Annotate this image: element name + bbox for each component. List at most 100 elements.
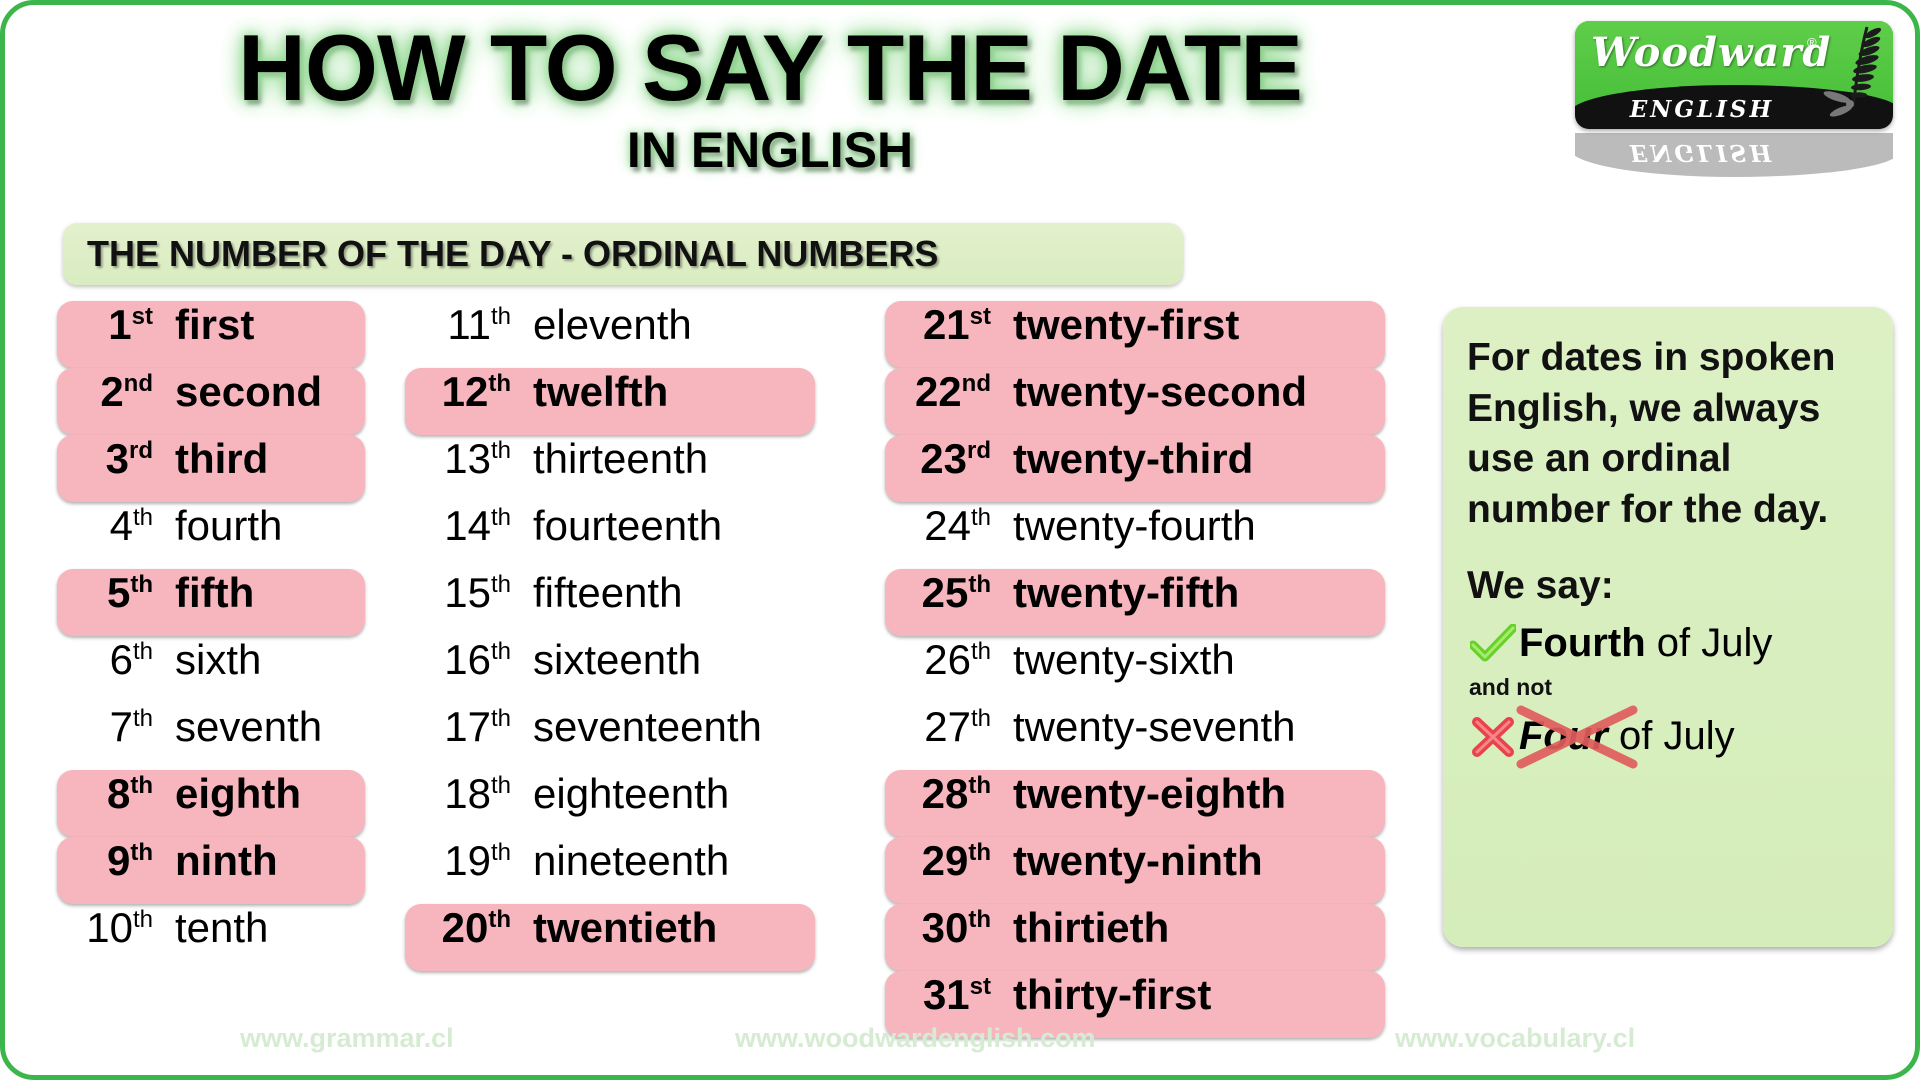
- incorrect-example-line: Four of July: [1467, 705, 1871, 769]
- ordinal-word: twelfth: [533, 368, 669, 415]
- ordinal-suffix: th: [130, 571, 153, 598]
- ordinal-suffix: nd: [123, 370, 153, 397]
- ordinal-word: thirty-first: [1013, 971, 1212, 1018]
- ordinal-suffix: th: [130, 839, 153, 866]
- ordinal-suffix: th: [130, 772, 153, 799]
- ordinal-number: 5th: [106, 569, 153, 616]
- ordinal-row: 17th seventeenth: [405, 703, 815, 770]
- ordinal-row: 15th fifteenth: [405, 569, 815, 636]
- ordinal-number-columns: 1st first 2nd second 3rd third 4th fourth 5th fif…: [5, 301, 1445, 1038]
- ordinal-row: 19th nineteenth: [405, 837, 815, 904]
- ordinal-number: 6th: [109, 636, 153, 683]
- poster-header: HOW TO SAY THE DATE IN ENGLISH Woodward …: [5, 5, 1915, 205]
- ordinal-suffix: th: [968, 571, 991, 598]
- correct-example-bold: Fourth: [1519, 621, 1646, 666]
- ordinal-word: tenth: [175, 904, 269, 951]
- note-paragraph: For dates in spoken English, we always u…: [1467, 336, 1836, 532]
- ordinal-suffix: th: [488, 370, 511, 397]
- footer-url-woodwardenglish[interactable]: www.woodwardenglish.com: [735, 1023, 1096, 1054]
- ordinal-word: fifteenth: [533, 569, 683, 616]
- ordinal-number: 31st: [922, 971, 991, 1018]
- incorrect-example-rest: of July: [1607, 714, 1735, 759]
- ordinal-row: 13th thirteenth: [405, 435, 815, 502]
- ordinal-number: 21st: [922, 301, 991, 348]
- ordinal-suffix: th: [488, 906, 511, 933]
- ordinal-suffix: th: [490, 504, 511, 531]
- ordinal-row: 23rd twenty-third: [885, 435, 1385, 502]
- ordinal-word: twenty-fourth: [1013, 502, 1256, 549]
- logo-sub-text: ENGLISH: [1629, 96, 1775, 123]
- registered-trademark-icon: ®: [1807, 35, 1817, 50]
- ordinal-word: second: [175, 368, 323, 415]
- ordinal-row: 4th fourth: [57, 502, 365, 569]
- footer-url-grammar[interactable]: www.grammar.cl: [240, 1023, 454, 1054]
- ordinal-word: sixth: [175, 636, 262, 683]
- ordinal-row: 7th seventh: [57, 703, 365, 770]
- ordinal-row: 22nd twenty-second: [885, 368, 1385, 435]
- ordinal-number: 24th: [924, 502, 991, 549]
- ordinal-suffix: th: [132, 638, 153, 665]
- correct-example-line: Fourth of July: [1467, 616, 1871, 672]
- ordinal-number: 29th: [921, 837, 991, 884]
- ordinal-suffix: th: [970, 705, 991, 732]
- ordinal-word: fourth: [175, 502, 283, 549]
- ordinal-number: 4th: [109, 502, 153, 549]
- ordinal-suffix: th: [970, 504, 991, 531]
- ordinal-suffix: th: [490, 772, 511, 799]
- ordinal-suffix: th: [968, 906, 991, 933]
- ordinal-suffix: rd: [967, 437, 991, 464]
- and-not-label: and not: [1469, 673, 1553, 700]
- correct-example-rest: of July: [1645, 621, 1773, 666]
- ordinal-row: 16th sixteenth: [405, 636, 815, 703]
- section-banner: THE NUMBER OF THE DAY - ORDINAL NUMBERS: [63, 223, 1183, 285]
- footer-url-vocabulary[interactable]: www.vocabulary.cl: [1395, 1023, 1635, 1054]
- ordinal-suffix: th: [968, 839, 991, 866]
- ordinal-number: 23rd: [920, 435, 991, 482]
- ordinal-number: 15th: [444, 569, 511, 616]
- ordinal-suffix: th: [490, 705, 511, 732]
- ordinal-row: 20th twentieth: [405, 904, 815, 971]
- incorrect-example-text: Four of July: [1516, 705, 1735, 769]
- ordinal-word: twenty-seventh: [1013, 703, 1296, 750]
- ordinal-column-3: 21st twenty-first 22nd twenty-second 23rd twe…: [885, 301, 1385, 1038]
- ordinal-row: 27th twenty-seventh: [885, 703, 1385, 770]
- ordinal-word: seventeenth: [533, 703, 762, 750]
- ordinal-word: sixteenth: [533, 636, 702, 683]
- ordinal-row: 24th twenty-fourth: [885, 502, 1385, 569]
- ordinal-column-1: 1st first 2nd second 3rd third 4th fourth 5th fif…: [57, 301, 365, 971]
- ordinal-row: 14th fourteenth: [405, 502, 815, 569]
- ordinal-row: 29th twenty-ninth: [885, 837, 1385, 904]
- ordinal-suffix: th: [132, 504, 153, 531]
- ordinal-number: 17th: [444, 703, 511, 750]
- ordinal-word: ninth: [175, 837, 278, 884]
- check-mark-icon: [1467, 623, 1519, 664]
- ordinal-row: 1st first: [57, 301, 365, 368]
- ordinal-number: 2nd: [100, 368, 153, 415]
- title-block: HOW TO SAY THE DATE IN ENGLISH: [115, 15, 1425, 176]
- ordinal-number: 14th: [444, 502, 511, 549]
- ordinal-suffix: th: [132, 705, 153, 732]
- ordinal-number: 19th: [444, 837, 511, 884]
- page-title: HOW TO SAY THE DATE: [238, 15, 1303, 120]
- ordinal-number: 1st: [108, 301, 153, 348]
- ordinal-row: 12th twelfth: [405, 368, 815, 435]
- ordinal-word: twenty-ninth: [1013, 837, 1263, 884]
- ordinal-number: 26th: [924, 636, 991, 683]
- ordinal-row: 28th twenty-eighth: [885, 770, 1385, 837]
- ordinal-number: 27th: [924, 703, 991, 750]
- ordinal-number: 10th: [86, 904, 153, 951]
- ordinal-row: 10th tenth: [57, 904, 365, 971]
- incorrect-example-bold: Four: [1519, 714, 1608, 759]
- fern-leaf-icon: [1823, 26, 1882, 117]
- logo-reflection-text: ENGLISH: [1629, 139, 1775, 166]
- ordinal-word: twenty-first: [1013, 301, 1240, 348]
- ordinal-suffix: th: [490, 303, 511, 330]
- ordinal-word: nineteenth: [533, 837, 730, 884]
- ordinal-word: twentieth: [533, 904, 718, 951]
- ordinal-suffix: th: [968, 772, 991, 799]
- ordinal-number: 16th: [444, 636, 511, 683]
- ordinal-row: 8th eighth: [57, 770, 365, 837]
- logo-card: Woodward ® ENGLISH: [1575, 21, 1893, 129]
- ordinal-row: 9th ninth: [57, 837, 365, 904]
- ordinal-suffix: th: [970, 638, 991, 665]
